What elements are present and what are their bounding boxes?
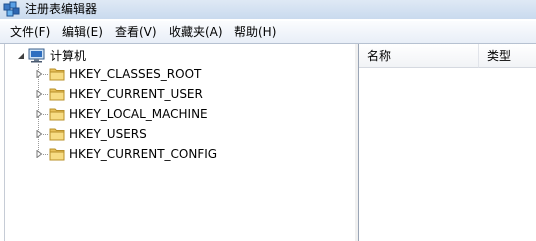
tree-node-label: HKEY_CLASSES_ROOT [69, 67, 202, 81]
tree-node-label: HKEY_LOCAL_MACHINE [69, 107, 208, 121]
tree-node-label: 计算机 [50, 49, 87, 63]
tree-node-hkey-local-machine[interactable]: HKEY_LOCAL_MACHINE [5, 105, 265, 123]
tree-branch-line [43, 154, 48, 155]
values-list[interactable]: 名称 类型 [358, 44, 536, 241]
folder-icon [49, 108, 65, 121]
column-header-type[interactable]: 类型 [479, 44, 536, 68]
folder-icon [49, 88, 65, 101]
expand-arrow-icon[interactable] [35, 130, 43, 138]
tree-node-label: HKEY_USERS [69, 127, 147, 141]
tree-branch-line [43, 114, 48, 115]
tree-branch-line [43, 134, 48, 135]
window-title: 注册表编辑器 [25, 2, 98, 16]
menu-help[interactable]: 帮助(H) [234, 24, 276, 40]
registry-editor-icon [3, 1, 21, 21]
tree-node-hkey-users[interactable]: HKEY_USERS [5, 125, 265, 143]
menu-edit[interactable]: 编辑(E) [62, 24, 103, 40]
computer-icon [28, 48, 45, 63]
title-bar: 注册表编辑器 [0, 0, 536, 19]
menu-bar: 文件(F) 编辑(E) 查看(V) 收藏夹(A) 帮助(H) [0, 21, 536, 44]
tree-node-hkey-current-config[interactable]: HKEY_CURRENT_CONFIG [5, 145, 265, 163]
expand-arrow-icon[interactable] [35, 70, 43, 78]
tree-node-label: HKEY_CURRENT_CONFIG [69, 147, 218, 161]
menu-view[interactable]: 查看(V) [115, 24, 157, 40]
menu-favorites[interactable]: 收藏夹(A) [169, 24, 223, 40]
tree-node-label: HKEY_CURRENT_USER [69, 87, 203, 101]
expand-arrow-icon[interactable] [35, 150, 43, 158]
tree-branch-line [43, 74, 48, 75]
tree-node-computer[interactable]: 计算机 [5, 47, 205, 65]
tree-branch-line [43, 94, 48, 95]
expand-arrow-icon[interactable] [35, 110, 43, 118]
collapse-arrow-icon[interactable] [17, 52, 25, 60]
menu-file[interactable]: 文件(F) [10, 24, 50, 40]
folder-icon [49, 148, 65, 161]
expand-arrow-icon[interactable] [35, 90, 43, 98]
tree-node-hkey-current-user[interactable]: HKEY_CURRENT_USER [5, 85, 265, 103]
folder-icon [49, 68, 65, 81]
registry-tree[interactable]: 计算机 HKEY_CLASSES_ROOT HKEY_CURRENT_USER … [4, 44, 356, 241]
tree-node-hkey-classes-root[interactable]: HKEY_CLASSES_ROOT [5, 65, 265, 83]
column-header-name[interactable]: 名称 [359, 44, 479, 68]
folder-icon [49, 128, 65, 141]
